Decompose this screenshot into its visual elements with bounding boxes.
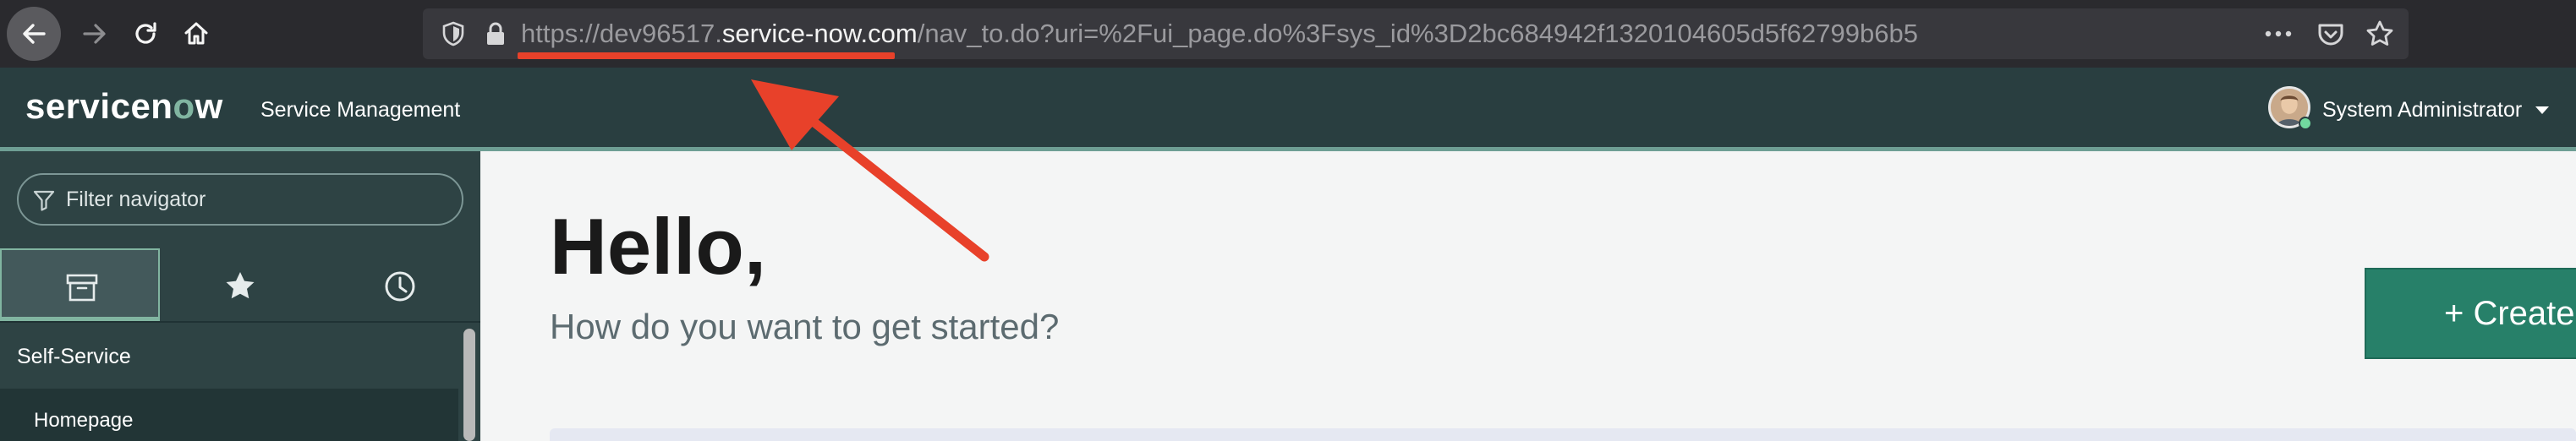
presence-indicator (2299, 117, 2312, 130)
star-icon (226, 272, 255, 299)
servicenow-logo[interactable]: servicenow (25, 86, 223, 127)
url-text[interactable]: https://dev96517.service-now.com/nav_to.… (521, 19, 1918, 49)
home-icon (184, 22, 208, 45)
create-button[interactable]: + Create (2365, 268, 2576, 359)
navigator-scrollbar-thumb[interactable] (463, 329, 475, 441)
reload-icon (135, 22, 156, 44)
reload-button[interactable] (118, 7, 173, 61)
clock-icon (385, 271, 415, 302)
logo-text-end: w (195, 86, 223, 126)
app-header: servicenow Service Management System Adm… (0, 68, 2576, 150)
greeting-subtitle: How do you want to get started? (550, 307, 1060, 346)
nav-module-homepage[interactable]: Homepage (0, 389, 458, 441)
more-dots-icon[interactable] (2263, 20, 2294, 47)
product-name: Service Management (260, 98, 461, 122)
url-host: service-now.com (721, 19, 918, 48)
tab-all-applications[interactable] (0, 248, 160, 321)
funnel-icon (33, 190, 55, 211)
forward-arrow-icon (83, 24, 106, 44)
tracking-shield-icon[interactable] (440, 20, 467, 47)
filter-navigator-input[interactable] (66, 183, 438, 215)
content-card (550, 428, 2576, 441)
annotation-arrow-icon (751, 79, 989, 262)
archive-box-icon (66, 274, 98, 302)
nav-application-self-service[interactable]: Self-Service (0, 323, 458, 389)
application-navigator: Self-Service Homepage (0, 151, 480, 441)
filter-navigator[interactable] (17, 173, 463, 226)
url-path: /nav_to.do?uri=%2Fui_page.do%3Fsys_id%3D… (917, 19, 1918, 48)
nav-module-label: Homepage (34, 409, 134, 432)
url-prefix: https://dev96517. (521, 19, 722, 48)
annotation-underline (518, 52, 895, 59)
home-button[interactable] (169, 7, 223, 61)
star-icon[interactable] (2365, 19, 2395, 49)
tab-favorites[interactable] (160, 248, 320, 321)
browser-toolbar: https://dev96517.service-now.com/nav_to.… (0, 0, 2576, 68)
pocket-icon[interactable] (2316, 19, 2346, 49)
logo-text-start: servicen (25, 86, 173, 126)
logo-o: o (173, 86, 195, 126)
back-arrow-icon (23, 24, 46, 44)
user-menu-name[interactable]: System Administrator (2322, 98, 2522, 122)
lock-icon[interactable] (482, 20, 509, 47)
forward-button[interactable] (68, 7, 122, 61)
greeting-heading: Hello, (550, 202, 766, 291)
tab-history[interactable] (320, 248, 480, 321)
caret-down-icon[interactable] (2535, 106, 2549, 114)
back-button[interactable] (7, 7, 61, 61)
nav-application-label: Self-Service (17, 345, 131, 368)
address-bar[interactable]: https://dev96517.service-now.com/nav_to.… (423, 8, 2409, 59)
